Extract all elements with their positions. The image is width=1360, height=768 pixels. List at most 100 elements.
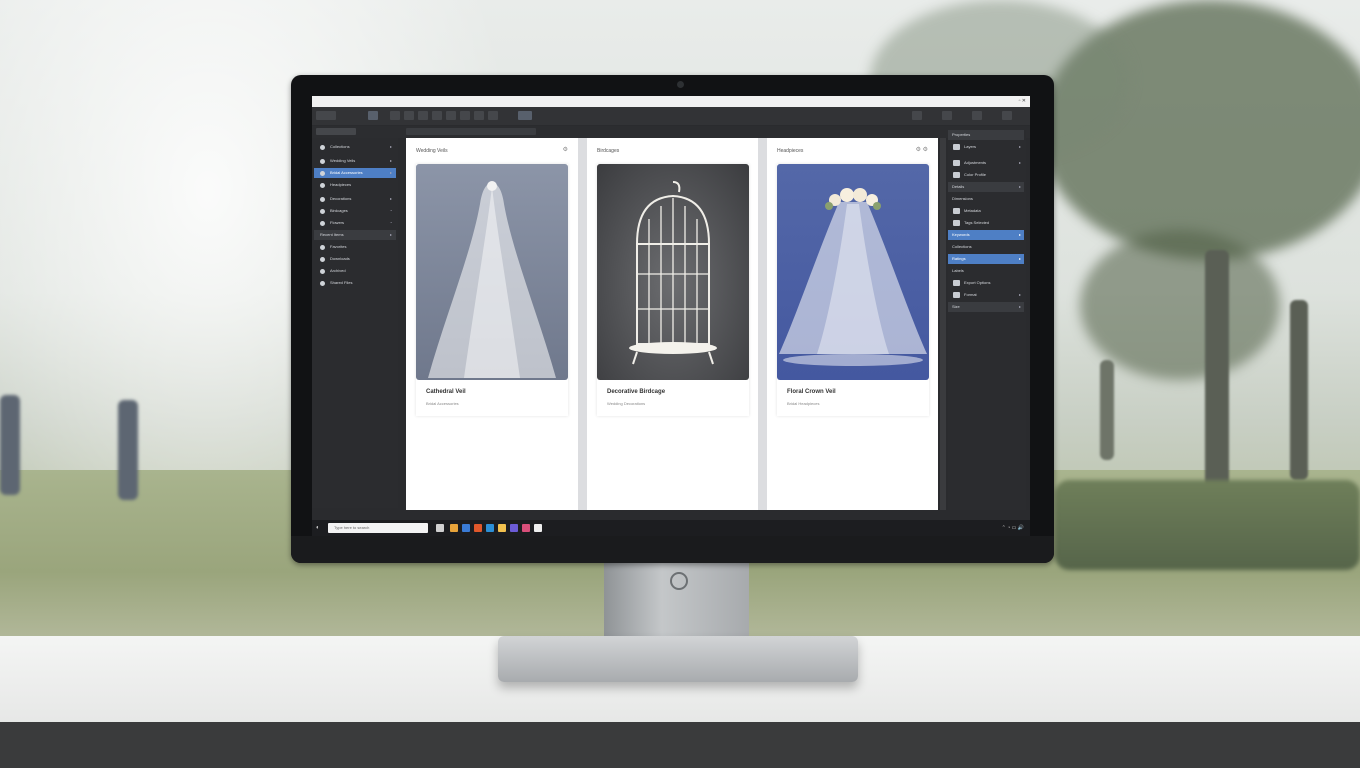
item-icon (320, 171, 325, 176)
right-panel-label: Collections (952, 244, 972, 249)
toolbar (312, 107, 1030, 125)
right-panel: Properties Layers ▸ Adjustments ▸ Color Pr… (948, 130, 1026, 510)
right-panel-label: Export Options (964, 280, 991, 285)
right-panel-item[interactable]: Adjustments ▸ (948, 158, 1024, 168)
adjust-icon (953, 160, 960, 166)
right-panel-label: Dimensions (952, 196, 973, 201)
toolbar-button[interactable] (518, 111, 532, 120)
right-panel-item[interactable]: Metadata (948, 206, 1024, 216)
taskbar-app-icon[interactable] (474, 524, 482, 532)
chevron-right-icon: ▸ (1018, 184, 1021, 189)
screen: File Edit Browse Insert Tools View Windo… (312, 96, 1030, 536)
taskbar-app-icon[interactable] (486, 524, 494, 532)
right-panel-item-selected[interactable]: Keywords ▸ (948, 230, 1024, 240)
right-panel-item[interactable]: Export Options (948, 278, 1024, 288)
chevron-right-icon: ◔ (389, 220, 392, 225)
settings-icon[interactable]: ⚙ (563, 146, 568, 153)
monitor-chin (291, 536, 1054, 563)
column-header: Headpieces (777, 148, 804, 154)
left-panel-label: Favorites (330, 244, 347, 249)
taskbar-app-icon[interactable] (498, 524, 506, 532)
chevron-right-icon: ▸ (389, 170, 392, 175)
system-tray[interactable]: ⌃ ◔ ▭ 🔊 (1002, 520, 1024, 536)
left-panel-item[interactable]: Flowers ◔ (314, 218, 396, 228)
toolbar-button[interactable] (390, 111, 400, 120)
panel-dock-strip[interactable] (940, 138, 946, 510)
left-panel-item-selected[interactable]: Bridal Accessories ▸ (314, 168, 396, 178)
chevron-right-icon: ▸ (389, 196, 392, 201)
toolbar-button[interactable] (432, 111, 442, 120)
birdcage-image (629, 181, 717, 365)
taskbar-app-icon[interactable] (510, 524, 518, 532)
column-header: Birdcages (597, 148, 620, 154)
toolbar-button[interactable] (1002, 111, 1012, 120)
item-card[interactable]: Floral Crown Veil Bridal Headpieces (777, 164, 929, 416)
item-card[interactable]: Cathedral Veil Bridal Accessories (416, 164, 568, 416)
card-title: Decorative Birdcage (607, 389, 666, 395)
left-panel-item[interactable]: Wedding Veils ▸ (314, 156, 396, 166)
left-panel-label: Downloads (330, 256, 350, 261)
card-subtitle: Wedding Decorations (607, 401, 646, 406)
item-card[interactable]: Decorative Birdcage Wedding Decorations (597, 164, 749, 416)
card-title: Cathedral Veil (426, 389, 466, 395)
taskbar-search-input[interactable]: Type here to search (328, 523, 428, 533)
options-button[interactable] (316, 128, 356, 135)
monitor-logo-icon (670, 572, 688, 590)
toolbar-button[interactable] (418, 111, 428, 120)
left-panel: Collections ▸ Wedding Veils ▸ Bridal Acces… (312, 138, 398, 508)
left-panel-item[interactable]: Downloads (314, 254, 396, 264)
taskbar-app-icon[interactable] (462, 524, 470, 532)
taskbar-app-icon[interactable] (522, 524, 530, 532)
right-panel-item[interactable]: Labels (948, 266, 1024, 276)
toolbar-button[interactable] (368, 111, 378, 120)
right-panel-section[interactable]: Properties (948, 130, 1024, 140)
taskbar-app-icon[interactable] (436, 524, 444, 532)
right-panel-label: Format (964, 292, 977, 297)
toolbar-button[interactable] (460, 111, 470, 120)
chevron-right-icon: ◔ (389, 208, 392, 213)
taskbar-app-icon[interactable] (534, 524, 542, 532)
veil-thumbnail (416, 164, 568, 380)
left-panel-item[interactable]: Birdcages ◔ (314, 206, 396, 216)
right-panel-label: Adjustments (964, 160, 987, 165)
desk-edge (0, 722, 1360, 768)
left-panel-item[interactable]: Archived (314, 266, 396, 276)
left-panel-item[interactable]: Collections ▸ (314, 142, 396, 152)
tree-trunk (1100, 360, 1114, 460)
start-icon[interactable]: ◐ (316, 520, 320, 536)
toolbar-button[interactable] (972, 111, 982, 120)
options-button[interactable] (406, 128, 536, 135)
right-panel-item[interactable]: Tags Selected (948, 218, 1024, 228)
toolbar-button[interactable] (446, 111, 456, 120)
card-subtitle: Bridal Headpieces (787, 401, 820, 406)
right-panel-item[interactable]: Format ▸ (948, 290, 1024, 300)
toolbar-button[interactable] (404, 111, 414, 120)
more-options-icon[interactable]: ⚙ ⚙ (916, 146, 928, 153)
left-panel-item[interactable]: Shared Files (314, 278, 396, 288)
right-panel-item[interactable]: Dimensions (948, 194, 1024, 204)
toolbar-button[interactable] (942, 111, 952, 120)
right-panel-section[interactable]: Details ▸ (948, 182, 1024, 192)
right-panel-section[interactable]: Size ▸ (948, 302, 1024, 312)
right-panel-item[interactable]: Collections (948, 242, 1024, 252)
toolbar-button[interactable] (912, 111, 922, 120)
color-icon (953, 172, 960, 178)
chevron-right-icon: ▸ (389, 158, 392, 163)
right-panel-item[interactable]: Color Profile (948, 170, 1024, 180)
right-panel-item[interactable]: Layers ▸ (948, 142, 1024, 152)
left-panel-item[interactable]: Decorations ▸ (314, 194, 396, 204)
chevron-right-icon: ▸ (1018, 292, 1021, 297)
toolbar-button[interactable] (474, 111, 484, 120)
window-controls[interactable]: ▫ ✕ (1019, 96, 1026, 107)
left-panel-item[interactable]: Headpieces (314, 180, 396, 190)
toolbar-button[interactable] (316, 111, 336, 120)
right-panel-label: Ratings (952, 256, 966, 261)
left-panel-item[interactable]: Favorites (314, 242, 396, 252)
right-panel-item-selected[interactable]: Ratings ▸ (948, 254, 1024, 264)
toolbar-button[interactable] (488, 111, 498, 120)
card-title: Floral Crown Veil (787, 389, 836, 395)
item-icon (320, 159, 325, 164)
left-panel-section[interactable]: Recent Items ▸ (314, 230, 396, 240)
window-titlebar: File Edit Browse Insert Tools View Windo… (312, 96, 1030, 110)
taskbar-app-icon[interactable] (450, 524, 458, 532)
